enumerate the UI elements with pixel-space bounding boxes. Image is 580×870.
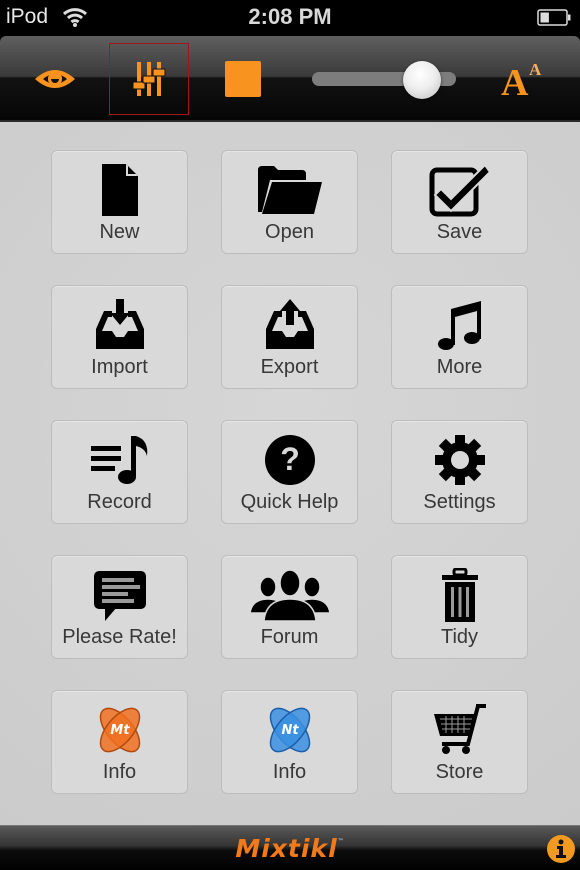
noatikl-info-button[interactable]: Nt Info	[221, 690, 358, 794]
svg-text:A: A	[501, 62, 529, 99]
mixer-button[interactable]	[109, 43, 189, 115]
svg-text:Mt: Mt	[110, 723, 130, 738]
tile-label: More	[436, 356, 483, 378]
tile-label: Import	[91, 356, 148, 378]
question-circle-icon: ?	[264, 435, 315, 485]
svg-text:A: A	[529, 60, 542, 79]
slider-thumb[interactable]	[402, 61, 441, 99]
import-tray-icon	[95, 299, 144, 349]
save-button[interactable]: Save	[391, 150, 528, 254]
stop-button[interactable]	[214, 36, 272, 122]
sliders-icon	[132, 62, 166, 96]
quick-help-button[interactable]: ? Quick Help	[221, 420, 358, 524]
tile-label: Tidy	[440, 626, 479, 648]
font-size-icon: A A	[501, 60, 542, 99]
store-button[interactable]: Store	[391, 690, 528, 794]
export-button[interactable]: Export	[221, 285, 358, 389]
music-note-icon	[437, 301, 481, 350]
eye-button[interactable]	[26, 36, 84, 122]
export-tray-icon	[265, 299, 314, 349]
tidy-button[interactable]: Tidy	[391, 555, 528, 659]
tile-label: Save	[436, 221, 483, 243]
brand-name: Mixtikl	[235, 834, 338, 863]
tile-label: Record	[87, 491, 152, 513]
tile-label: Export	[260, 356, 319, 378]
tile-label: Please Rate!	[62, 626, 177, 648]
volume-slider[interactable]	[310, 61, 458, 99]
group-users-icon	[249, 569, 330, 621]
settings-button[interactable]: Settings	[391, 420, 528, 524]
tile-label: Open	[265, 221, 314, 243]
stop-icon	[225, 61, 261, 97]
trash-icon	[441, 568, 478, 622]
noatikl-logo-icon: Nt	[269, 707, 310, 753]
shopping-cart-icon	[433, 704, 486, 754]
tile-label: Forum	[260, 626, 319, 648]
mixtikl-info-button[interactable]: Mt Info	[51, 690, 188, 794]
tile-label: Settings	[423, 491, 496, 513]
speech-bubble-icon	[93, 571, 146, 621]
tile-label: New	[99, 221, 140, 243]
brand-logo: Mixtikl™	[0, 834, 580, 863]
tile-label: Info	[102, 761, 137, 783]
forum-button[interactable]: Forum	[221, 555, 358, 659]
battery-fill	[540, 12, 549, 23]
menu-grid: New Open Save Import Export More Record …	[51, 150, 528, 794]
open-folder-icon	[257, 166, 322, 214]
eye-icon	[35, 70, 75, 88]
toolbar: A A	[0, 36, 580, 122]
tile-label: Store	[435, 761, 484, 783]
main-menu: New Open Save Import Export More Record …	[0, 122, 580, 825]
import-button[interactable]: Import	[51, 285, 188, 389]
svg-text:Nt: Nt	[281, 723, 299, 738]
tile-label: Info	[272, 761, 307, 783]
info-button[interactable]	[547, 835, 575, 863]
status-bar: iPod 2:08 PM	[0, 0, 580, 36]
footer-bar: Mixtikl™	[0, 825, 580, 870]
trademark: ™	[337, 838, 345, 845]
tile-label: Quick Help	[240, 491, 339, 513]
open-button[interactable]: Open	[221, 150, 358, 254]
record-button[interactable]: Record	[51, 420, 188, 524]
svg-text:?: ?	[280, 441, 300, 477]
new-document-icon	[101, 164, 138, 216]
clock: 2:08 PM	[248, 4, 332, 29]
gear-icon	[434, 435, 485, 485]
playlist-note-icon	[90, 436, 147, 484]
more-button[interactable]: More	[391, 285, 528, 389]
font-size-button[interactable]: A A	[494, 36, 554, 122]
info-icon	[556, 839, 566, 858]
please-rate-button[interactable]: Please Rate!	[51, 555, 188, 659]
checkbox-save-icon	[429, 163, 491, 217]
battery-icon	[537, 9, 571, 26]
new-button[interactable]: New	[51, 150, 188, 254]
mixtikl-logo-icon: Mt	[99, 707, 140, 753]
